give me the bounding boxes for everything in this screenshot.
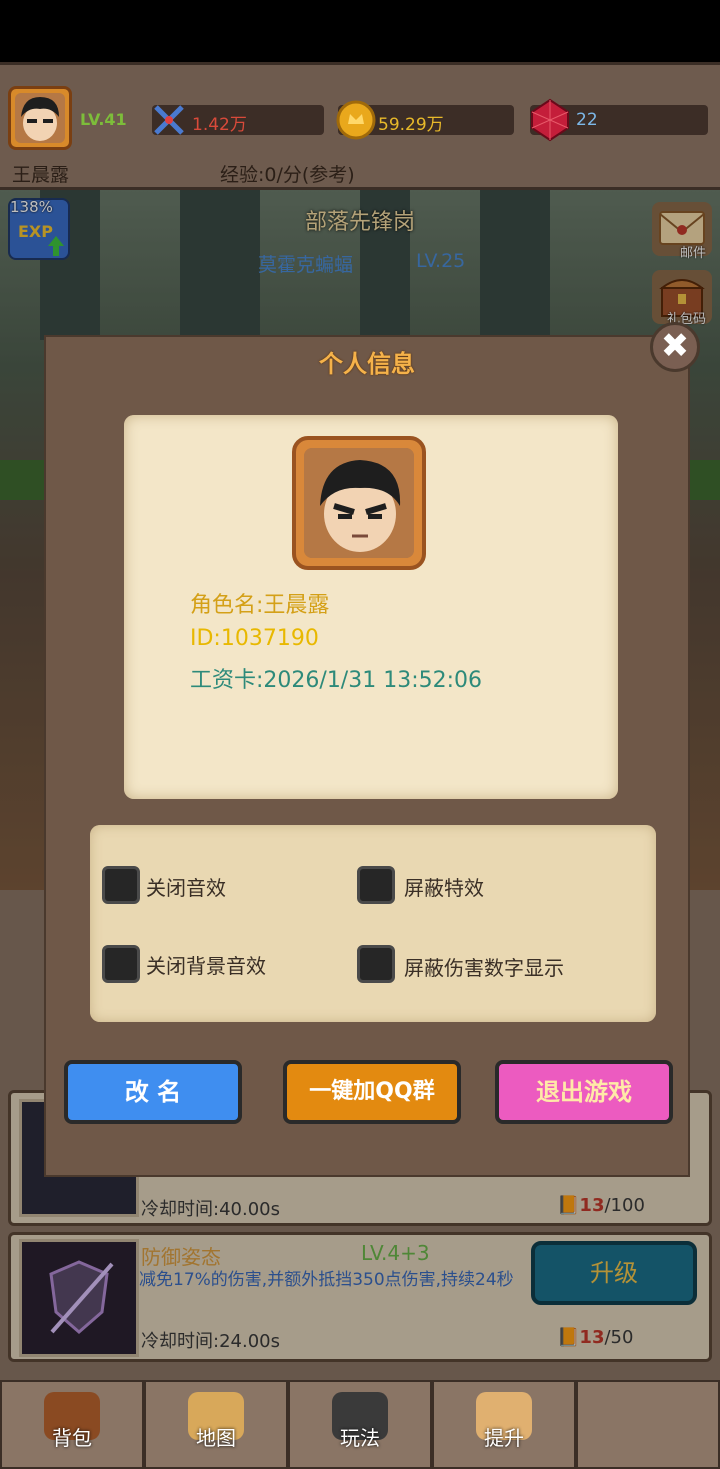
hide-effects-label: 屏蔽特效 xyxy=(404,876,484,900)
join-qq-group-button[interactable]: 一键加QQ群 xyxy=(283,1060,461,1124)
nav-label: 地图 xyxy=(196,1426,236,1450)
combat-power-value: 1.42万 xyxy=(192,115,247,135)
nav-label: 背包 xyxy=(52,1426,92,1450)
rename-button[interactable]: 改 名 xyxy=(64,1060,242,1124)
gold-value: 59.29万 xyxy=(378,115,444,135)
exp-rate: 经验:0/分(参考) xyxy=(220,164,355,186)
nav-backpack[interactable]: 背包 xyxy=(0,1380,144,1469)
mute-sound-checkbox[interactable] xyxy=(102,866,140,904)
hide-effects-checkbox[interactable] xyxy=(357,866,395,904)
player-avatar[interactable] xyxy=(8,86,72,150)
dialog-title: 个人信息 xyxy=(319,350,415,378)
crossed-swords-icon xyxy=(152,103,186,141)
player-name: 王晨露 xyxy=(12,164,70,186)
player-level: LV.41 xyxy=(80,110,127,129)
nav-map[interactable]: 地图 xyxy=(144,1380,288,1469)
salary-card: 工资卡:2026/1/31 13:52:06 xyxy=(190,668,483,693)
player-face-icon xyxy=(15,93,65,143)
player-face-icon xyxy=(304,448,414,558)
settings-panel xyxy=(90,825,656,1022)
bottom-nav: 背包 地图 玩法 提升 xyxy=(0,1380,720,1469)
nav-label: 提升 xyxy=(484,1426,524,1450)
player-id: ID:1037190 xyxy=(190,626,319,651)
hide-damage-numbers-label: 屏蔽伤害数字显示 xyxy=(404,956,564,980)
gold-coin-icon xyxy=(336,100,376,144)
nav-improve[interactable]: 提升 xyxy=(432,1380,576,1469)
gem-value: 22 xyxy=(576,110,598,130)
mute-sound-label: 关闭音效 xyxy=(146,876,226,900)
quit-game-button[interactable]: 退出游戏 xyxy=(495,1060,673,1124)
nav-label: 玩法 xyxy=(340,1426,380,1450)
role-name: 角色名:王晨露 xyxy=(190,593,330,618)
nav-empty-slot xyxy=(576,1380,720,1469)
mute-bgm-checkbox[interactable] xyxy=(102,945,140,983)
close-button[interactable]: ✖ xyxy=(650,322,700,372)
nav-gameplay[interactable]: 玩法 xyxy=(288,1380,432,1469)
close-icon: ✖ xyxy=(660,326,690,366)
red-gem-icon xyxy=(530,98,570,146)
hide-damage-numbers-checkbox[interactable] xyxy=(357,945,395,983)
mute-bgm-label: 关闭背景音效 xyxy=(146,954,266,978)
large-avatar xyxy=(304,448,414,558)
